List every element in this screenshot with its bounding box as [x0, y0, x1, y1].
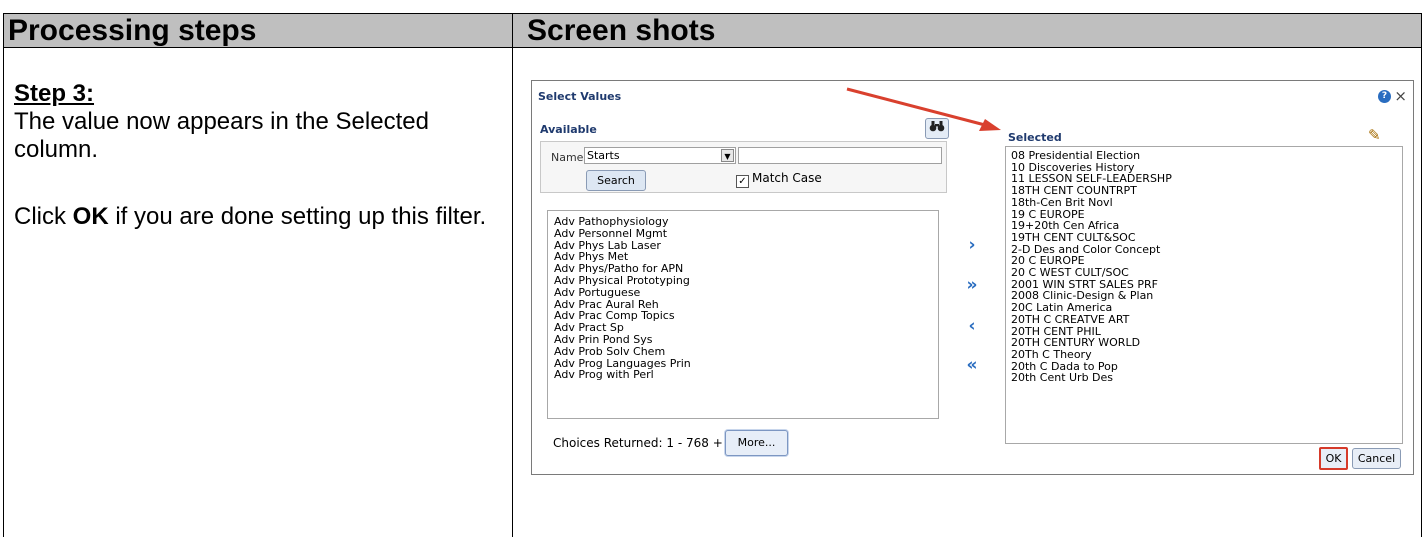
- match-case-label: Match Case: [752, 171, 822, 185]
- search-panel: Name Starts ▼ Search ✓ Match Case: [540, 141, 947, 193]
- help-icon[interactable]: ?: [1378, 90, 1391, 103]
- list-item[interactable]: Adv Prin Pond Sys: [554, 334, 938, 346]
- instruction-prefix: Click: [14, 203, 73, 230]
- list-item[interactable]: 19TH CENT CULT&SOC: [1011, 232, 1402, 244]
- list-item[interactable]: 20Th C Theory: [1011, 349, 1402, 361]
- list-item[interactable]: Adv Prob Solv Chem: [554, 345, 938, 358]
- move-all-icon[interactable]: »: [964, 277, 980, 294]
- list-item[interactable]: Adv Prog with Perl: [554, 369, 938, 381]
- match-case-checkbox[interactable]: ✓: [736, 175, 749, 188]
- header-screen-shots: Screen shots: [512, 13, 1422, 48]
- list-item[interactable]: 18th-Cen Brit Novl: [1011, 197, 1402, 209]
- remove-icon[interactable]: ‹: [964, 318, 980, 335]
- list-item[interactable]: Adv Physical Prototyping: [554, 275, 938, 287]
- search-input[interactable]: [738, 147, 942, 164]
- move-icon[interactable]: ›: [964, 237, 980, 254]
- selected-label: Selected: [1008, 131, 1062, 144]
- list-item[interactable]: Adv Personnel Mgmt: [554, 227, 938, 240]
- more-button[interactable]: More...: [725, 430, 788, 456]
- match-case-option[interactable]: ✓ Match Case: [736, 171, 822, 188]
- column-divider: [512, 48, 513, 537]
- remove-all-icon[interactable]: «: [964, 357, 980, 374]
- instruction-suffix: if you are done setting up this filter.: [108, 203, 487, 230]
- cancel-button[interactable]: Cancel: [1352, 448, 1401, 469]
- step-title: Step 3:: [14, 80, 95, 107]
- operator-select[interactable]: Starts ▼: [584, 147, 736, 164]
- list-item[interactable]: 20TH C CREATVE ART: [1011, 314, 1402, 326]
- instruction-ok-emphasis: OK: [72, 203, 109, 230]
- left-border: [3, 48, 4, 537]
- list-item[interactable]: Adv Portuguese: [554, 286, 938, 299]
- dialog-title: Select Values: [538, 90, 622, 103]
- available-label: Available: [540, 123, 597, 136]
- header-processing-steps: Processing steps: [3, 13, 513, 48]
- list-item[interactable]: 08 Presidential Election: [1011, 150, 1402, 162]
- select-values-dialog: Select Values ? × Available Name Starts …: [531, 80, 1414, 475]
- available-list[interactable]: Adv Pathophysiology Adv Personnel Mgmt Adv…: [547, 210, 939, 419]
- list-item[interactable]: 20 C WEST CULT/SOC: [1011, 267, 1402, 279]
- operator-value: Starts: [587, 149, 620, 162]
- name-label: Name: [551, 151, 584, 164]
- choices-returned: Choices Returned: 1 - 768 +: [553, 436, 723, 450]
- instruction-text-2: Click OK if you are done setting up this…: [14, 203, 494, 231]
- chevron-down-icon[interactable]: ▼: [721, 149, 734, 162]
- search-button[interactable]: Search: [586, 170, 646, 191]
- list-item[interactable]: 20th Cent Urb Des: [1011, 372, 1402, 384]
- close-icon[interactable]: ×: [1394, 87, 1407, 105]
- ok-button[interactable]: OK: [1319, 447, 1348, 470]
- selected-list[interactable]: 08 Presidential Election 10 Discoveries H…: [1005, 146, 1403, 444]
- pencil-icon[interactable]: ✎: [1368, 126, 1381, 144]
- right-border: [1421, 48, 1422, 537]
- annotation-arrow: [846, 87, 1001, 131]
- instructions-cell: Step 3: The value now appears in the Sel…: [14, 80, 494, 231]
- instruction-text-1: The value now appears in the Selected co…: [14, 108, 429, 163]
